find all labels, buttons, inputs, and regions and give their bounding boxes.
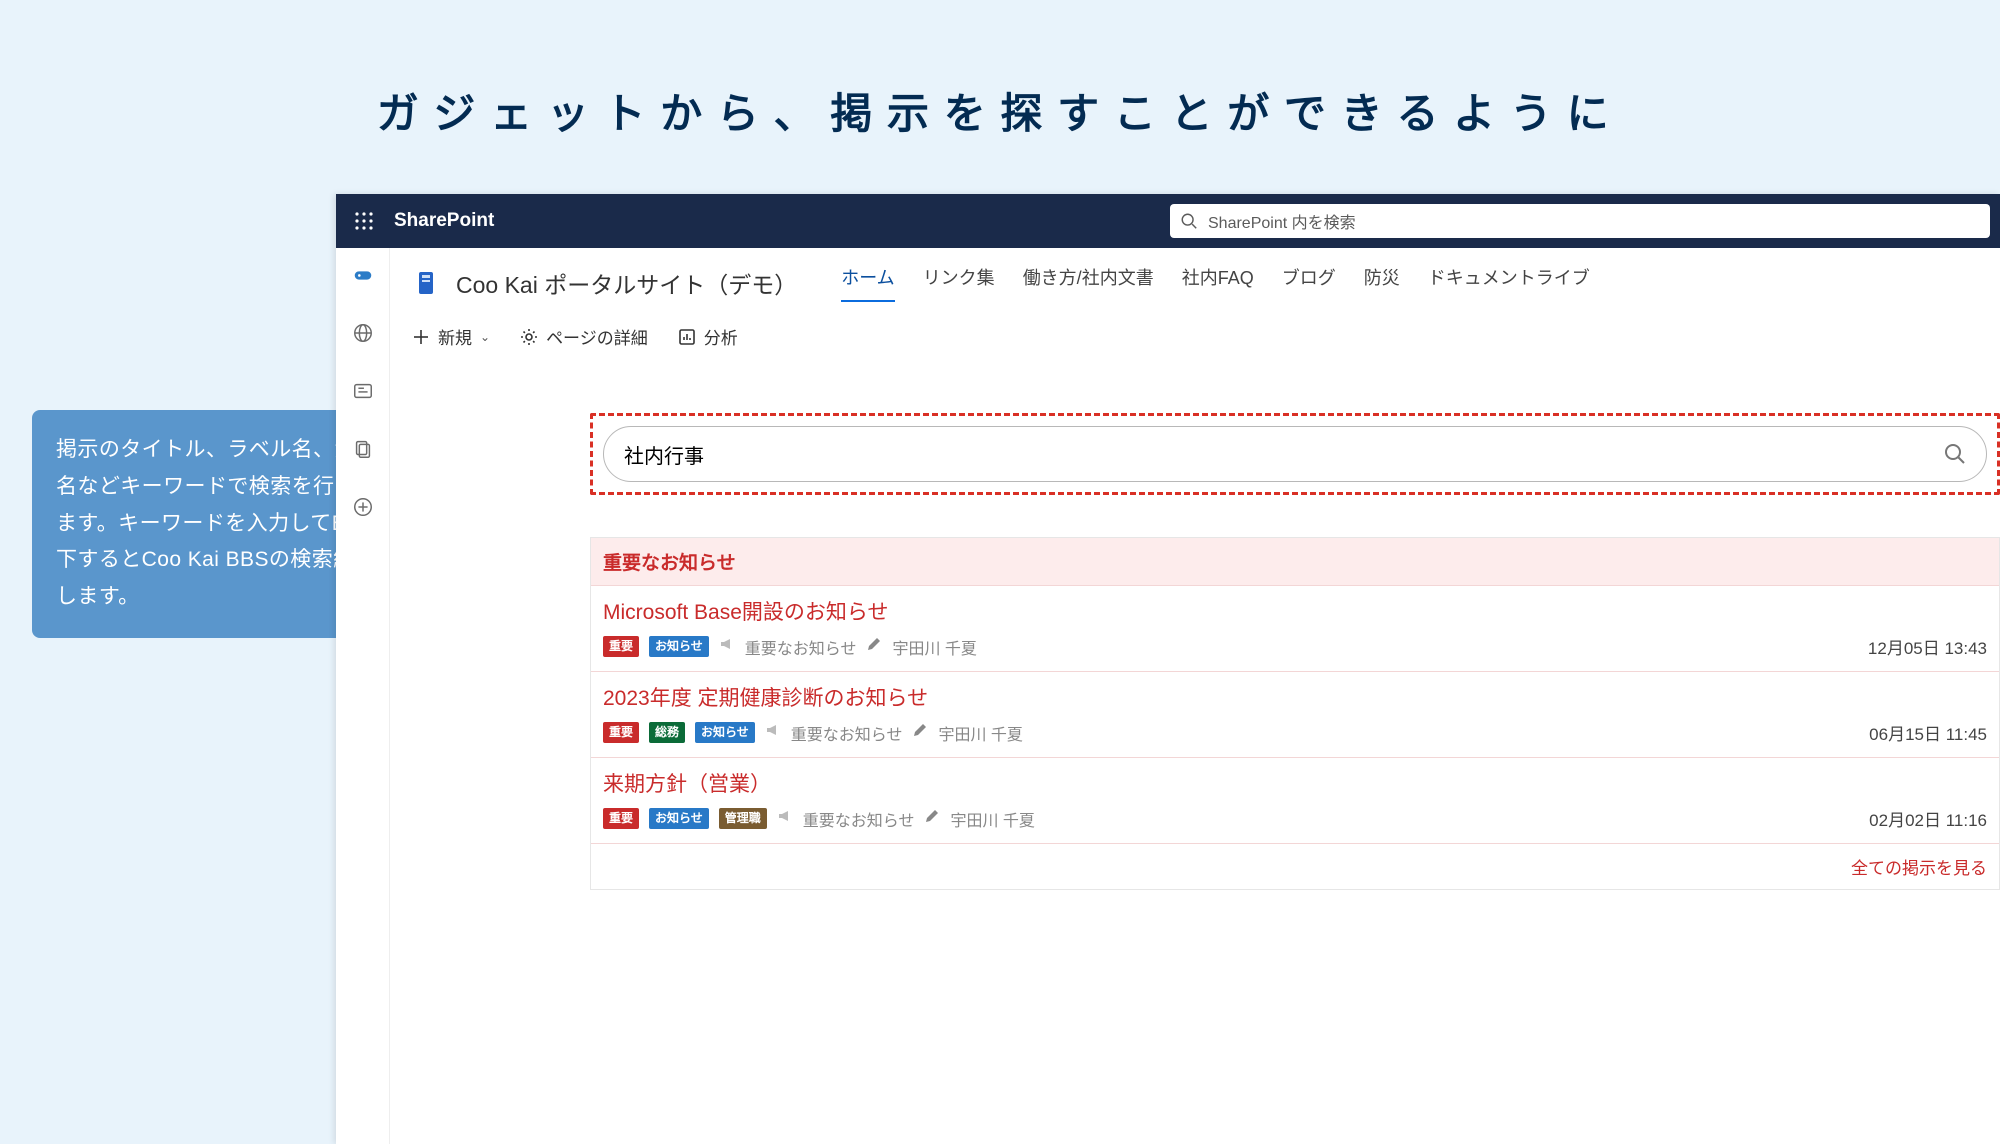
- app-launcher-icon[interactable]: [346, 203, 382, 239]
- tab-blog[interactable]: ブログ: [1282, 264, 1336, 302]
- sharepoint-topbar: SharePoint SharePoint 内を検索: [336, 194, 2000, 248]
- tag-important: 重要: [603, 722, 639, 743]
- announcement-time: 12月05日 13:43: [1868, 634, 1987, 659]
- announcement-author: 宇田川 千夏: [892, 635, 976, 659]
- content-area: 社内行事 重要なお知らせ Microsoft Base開設のお知らせ重要お知らせ…: [390, 363, 2000, 1144]
- announcement-time: 02月02日 11:16: [1869, 806, 1987, 831]
- announcement-category: 重要なお知らせ: [745, 635, 857, 659]
- cmd-new[interactable]: 新規 ⌄: [412, 324, 490, 349]
- globe-icon: [352, 322, 374, 344]
- tab-workdocs[interactable]: 働き方/社内文書: [1023, 264, 1154, 302]
- announcements-widget: 重要なお知らせ Microsoft Base開設のお知らせ重要お知らせ重要なお知…: [590, 537, 2000, 890]
- announcement-title[interactable]: 来期方針（営業）: [603, 768, 1987, 798]
- plus-icon: [412, 328, 430, 346]
- tag-notice: お知らせ: [695, 722, 755, 743]
- announcement-author: 宇田川 千夏: [938, 721, 1022, 745]
- announcement-category: 重要なお知らせ: [803, 807, 915, 831]
- site-logo-icon: [412, 268, 442, 298]
- announcement-item: 来期方針（営業） 重要お知らせ管理職 重要なお知らせ 宇田川 千夏 02月02日 11:…: [591, 757, 1999, 843]
- command-bar: 新規 ⌄ ページの詳細 分析: [390, 308, 2000, 363]
- rail-item-news[interactable]: [350, 378, 376, 404]
- rail-item-files[interactable]: [350, 436, 376, 462]
- gadget-search-input[interactable]: 社内行事: [624, 440, 1944, 469]
- sharepoint-body: Coo Kai ポータルサイト（デモ） ホーム リンク集 働き方/社内文書 社内…: [336, 248, 2000, 1144]
- tab-doclib[interactable]: ドキュメントライブ: [1428, 264, 1590, 302]
- site-name[interactable]: Coo Kai ポータルサイト（デモ）: [456, 266, 797, 300]
- tab-disaster[interactable]: 防災: [1364, 264, 1400, 302]
- megaphone-icon: [719, 636, 735, 657]
- pencil-icon: [866, 636, 882, 657]
- files-icon: [352, 438, 374, 460]
- chevron-down-icon: ⌄: [480, 330, 490, 344]
- pencil-icon: [924, 808, 940, 829]
- megaphone-icon: [765, 722, 781, 743]
- cmd-analytics-label: 分析: [704, 324, 738, 349]
- tag-general: 総務: [649, 722, 685, 743]
- plus-circle-icon: [352, 496, 374, 518]
- news-icon: [352, 380, 374, 402]
- announcement-title[interactable]: Microsoft Base開設のお知らせ: [603, 596, 1987, 626]
- announcement-meta: 重要お知らせ管理職 重要なお知らせ 宇田川 千夏 02月02日 11:16: [603, 806, 1987, 831]
- left-rail: [336, 248, 390, 1144]
- product-name: SharePoint: [394, 210, 494, 232]
- tag-important: 重要: [603, 808, 639, 829]
- tab-faq[interactable]: 社内FAQ: [1182, 264, 1254, 302]
- megaphone-icon: [777, 808, 793, 829]
- announcement-time: 06月15日 11:45: [1869, 720, 1987, 745]
- search-icon: [1180, 212, 1198, 230]
- tab-home[interactable]: ホーム: [841, 264, 894, 302]
- pencil-icon: [912, 722, 928, 743]
- announcement-item: 2023年度 定期健康診断のお知らせ重要総務お知らせ 重要なお知らせ 宇田川 千夏 0…: [591, 671, 1999, 757]
- tag-important: 重要: [603, 636, 639, 657]
- announcements-footer: 全ての掲示を見る: [591, 843, 1999, 889]
- gadget-search[interactable]: 社内行事: [603, 426, 1987, 482]
- announcements-list: Microsoft Base開設のお知らせ重要お知らせ重要なお知らせ宇田川 千夏…: [591, 586, 1999, 843]
- analytics-icon: [678, 328, 696, 346]
- cmd-analytics[interactable]: 分析: [678, 324, 738, 349]
- rail-item-home[interactable]: [350, 262, 376, 288]
- announcement-title[interactable]: 2023年度 定期健康診断のお知らせ: [603, 682, 1987, 712]
- search-icon[interactable]: [1944, 443, 1966, 465]
- tab-links[interactable]: リンク集: [923, 264, 995, 302]
- tag-manager: 管理職: [719, 808, 767, 829]
- tag-notice: お知らせ: [649, 808, 709, 829]
- cmd-page-detail[interactable]: ページの詳細: [520, 324, 648, 349]
- site-header: Coo Kai ポータルサイト（デモ） ホーム リンク集 働き方/社内文書 社内…: [390, 248, 2000, 308]
- topbar-search-placeholder: SharePoint 内を検索: [1208, 209, 1356, 233]
- topbar-search[interactable]: SharePoint 内を検索: [1170, 204, 1990, 238]
- main-column: Coo Kai ポータルサイト（デモ） ホーム リンク集 働き方/社内文書 社内…: [390, 248, 2000, 1144]
- announcement-author: 宇田川 千夏: [950, 807, 1034, 831]
- tag-notice: お知らせ: [649, 636, 709, 657]
- view-all-link[interactable]: 全ての掲示を見る: [1851, 859, 1987, 878]
- rail-item-add[interactable]: [350, 494, 376, 520]
- announcement-meta: 重要総務お知らせ 重要なお知らせ 宇田川 千夏 06月15日 11:45: [603, 720, 1987, 745]
- gear-icon: [520, 328, 538, 346]
- sharepoint-window: SharePoint SharePoint 内を検索: [336, 194, 2000, 1144]
- announcement-meta: 重要お知らせ 重要なお知らせ 宇田川 千夏 12月05日 13:43: [603, 634, 1987, 659]
- cmd-new-label: 新規: [438, 324, 472, 349]
- announcement-item: Microsoft Base開設のお知らせ重要お知らせ 重要なお知らせ 宇田川 千夏…: [591, 586, 1999, 671]
- search-highlight-box: 社内行事: [590, 413, 2000, 495]
- cmd-page-detail-label: ページの詳細: [546, 324, 648, 349]
- page-heading: ガジェットから、掲示を探すことができるように: [0, 0, 2000, 191]
- announcement-category: 重要なお知らせ: [791, 721, 903, 745]
- rail-item-globe[interactable]: [350, 320, 376, 346]
- site-tabs: ホーム リンク集 働き方/社内文書 社内FAQ ブログ 防災 ドキュメントライブ: [841, 264, 1590, 302]
- announcements-header: 重要なお知らせ: [591, 538, 1999, 586]
